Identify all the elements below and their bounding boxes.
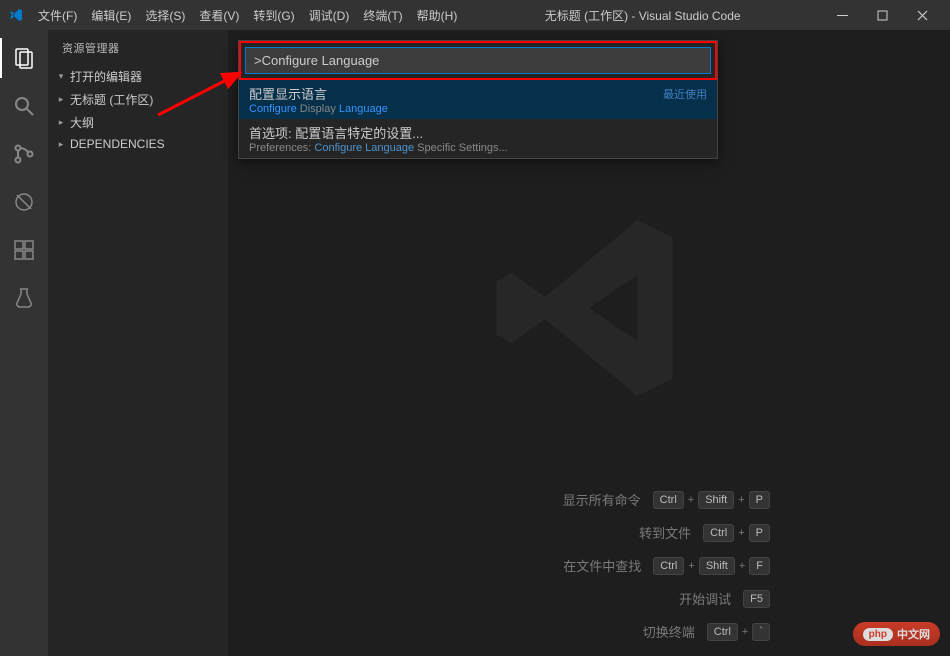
chevron-right-icon: ▸ — [56, 139, 66, 150]
menu-help[interactable]: 帮助(H) — [411, 3, 464, 28]
title-bar: 文件(F) 编辑(E) 选择(S) 查看(V) 转到(G) 调试(D) 终端(T… — [0, 0, 950, 30]
menu-bar: 文件(F) 编辑(E) 选择(S) 查看(V) 转到(G) 调试(D) 终端(T… — [32, 3, 463, 28]
shortcut-row: 在文件中查找 Ctrl+ Shift+ F — [563, 556, 770, 575]
debug-icon[interactable] — [0, 182, 48, 222]
chevron-down-icon: ▾ — [56, 71, 66, 82]
maximize-button[interactable] — [862, 0, 902, 30]
welcome-shortcuts: 显示所有命令 Ctrl+ Shift+ P 转到文件 Ctrl+ P 在文件中查… — [563, 490, 770, 641]
explorer-icon[interactable] — [0, 38, 48, 78]
tree-item-outline[interactable]: ▸ 大纲 — [48, 111, 228, 134]
annotation-highlight-box — [239, 41, 717, 80]
php-logo-icon: php — [863, 628, 893, 641]
key-combo: Ctrl+ Shift+ P — [653, 491, 770, 509]
source-control-icon[interactable] — [0, 134, 48, 174]
chevron-right-icon: ▸ — [56, 117, 66, 128]
palette-item-subtitle: Preferences: Configure Language Specific… — [249, 142, 707, 154]
window-controls — [822, 0, 942, 30]
palette-item-title: 首选项: 配置语言特定的设置... — [249, 123, 423, 142]
key-combo: Ctrl+ Shift+ F — [653, 557, 770, 575]
menu-edit[interactable]: 编辑(E) — [85, 3, 137, 28]
shortcut-row: 转到文件 Ctrl+ P — [639, 523, 770, 542]
menu-debug[interactable]: 调试(D) — [303, 3, 356, 28]
shortcut-label: 切换终端 — [643, 622, 695, 641]
command-palette: 配置显示语言 最近使用 Configure Display Language 首… — [238, 40, 718, 159]
vscode-logo-icon — [8, 7, 24, 23]
shortcut-row: 显示所有命令 Ctrl+ Shift+ P — [563, 490, 770, 509]
palette-item-preferences-language-settings[interactable]: 首选项: 配置语言特定的设置... Preferences: Configure… — [239, 119, 717, 158]
menu-file[interactable]: 文件(F) — [32, 3, 83, 28]
watermark-text: 中文网 — [897, 626, 930, 642]
palette-item-title: 配置显示语言 — [249, 84, 327, 103]
sidebar: 资源管理器 ▾ 打开的编辑器 ▸ 无标题 (工作区) ▸ 大纲 ▸ DEPEND… — [48, 30, 228, 656]
command-palette-input[interactable] — [245, 47, 711, 74]
tree-item-label: DEPENDENCIES — [70, 137, 165, 151]
vscode-watermark-icon — [479, 198, 699, 421]
menu-select[interactable]: 选择(S) — [139, 3, 191, 28]
key-combo: Ctrl+ ` — [707, 623, 770, 641]
palette-item-hint: 最近使用 — [663, 86, 707, 102]
menu-goto[interactable]: 转到(G) — [247, 3, 300, 28]
tree-item-label: 无标题 (工作区) — [70, 91, 153, 108]
palette-item-subtitle: Configure Display Language — [249, 103, 707, 115]
activity-bar — [0, 30, 48, 656]
sidebar-header: 资源管理器 — [48, 30, 228, 65]
menu-terminal[interactable]: 终端(T) — [357, 3, 408, 28]
shortcut-label: 开始调试 — [679, 589, 731, 608]
shortcut-label: 显示所有命令 — [563, 490, 641, 509]
menu-view[interactable]: 查看(V) — [193, 3, 245, 28]
test-icon[interactable] — [0, 278, 48, 318]
extensions-icon[interactable] — [0, 230, 48, 270]
tree-item-label: 大纲 — [70, 114, 94, 131]
shortcut-label: 在文件中查找 — [563, 556, 641, 575]
shortcut-row: 切换终端 Ctrl+ ` — [643, 622, 770, 641]
chevron-right-icon: ▸ — [56, 94, 66, 105]
palette-item-configure-display-language[interactable]: 配置显示语言 最近使用 Configure Display Language — [239, 80, 717, 119]
key-combo: F5 — [743, 590, 770, 608]
close-button[interactable] — [902, 0, 942, 30]
tree-item-workspace[interactable]: ▸ 无标题 (工作区) — [48, 88, 228, 111]
tree-item-dependencies[interactable]: ▸ DEPENDENCIES — [48, 134, 228, 154]
search-icon[interactable] — [0, 86, 48, 126]
tree-item-open-editors[interactable]: ▾ 打开的编辑器 — [48, 65, 228, 88]
watermark-badge: php 中文网 — [853, 622, 940, 646]
tree-item-label: 打开的编辑器 — [70, 68, 142, 85]
shortcut-row: 开始调试 F5 — [679, 589, 770, 608]
shortcut-label: 转到文件 — [639, 523, 691, 542]
key-combo: Ctrl+ P — [703, 524, 770, 542]
minimize-button[interactable] — [822, 0, 862, 30]
window-title: 无标题 (工作区) - Visual Studio Code — [463, 7, 822, 24]
